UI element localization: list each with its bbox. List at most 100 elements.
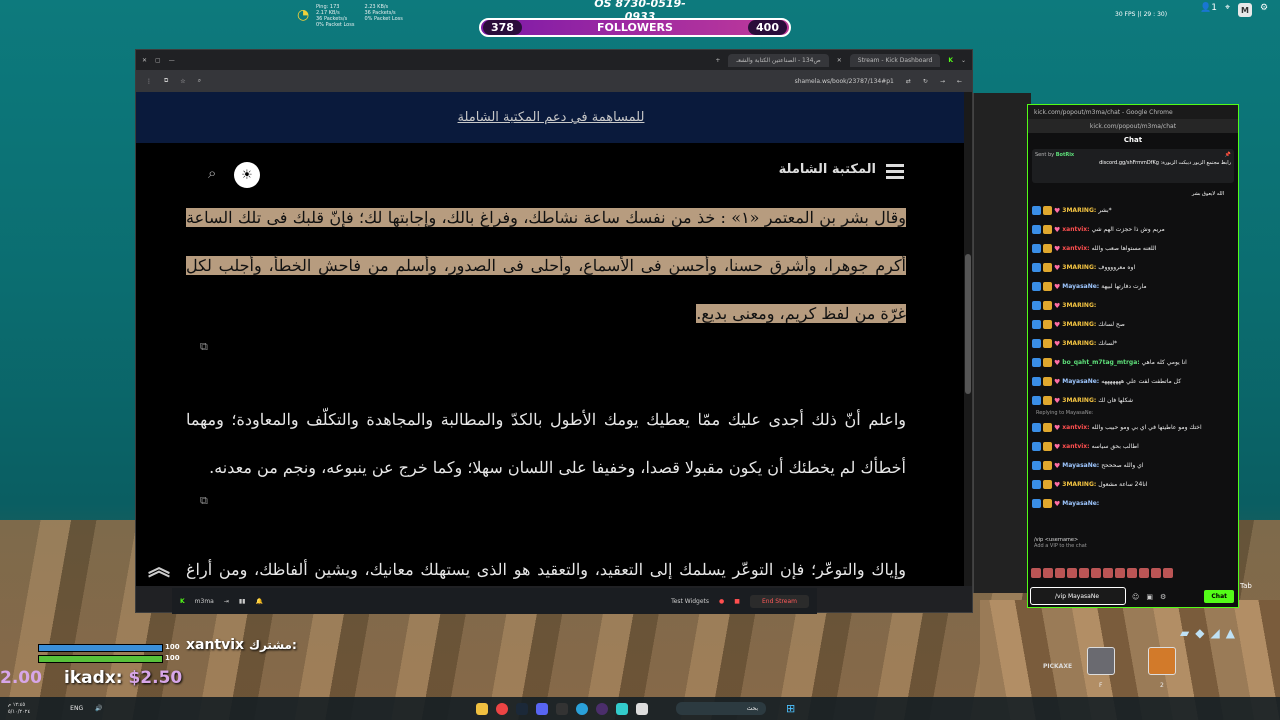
emote-bar[interactable] — [1031, 568, 1173, 578]
chat-username[interactable]: MayasaNe: — [1062, 462, 1099, 469]
chat-message[interactable]: ♥ 3MARING: انا24 ساعة مشعول — [1028, 475, 1238, 494]
heart-badge-icon: ♥ — [1054, 320, 1061, 329]
stop-icon[interactable]: ■ — [734, 598, 740, 605]
health-bars — [38, 644, 163, 666]
forward-icon[interactable]: → — [940, 78, 945, 85]
chat-message[interactable]: ♥ 3MARING: *لسانك — [1028, 334, 1238, 353]
chat-username[interactable]: 3MARING: — [1062, 340, 1096, 347]
hamburger-menu-icon[interactable] — [886, 164, 904, 182]
test-widgets-button[interactable]: Test Widgets — [671, 598, 709, 605]
files-app-icon[interactable] — [636, 702, 648, 715]
chat-message[interactable]: ♥ xantvix: اختك ومو عاطيتها في اي بي ومو ح… — [1028, 418, 1238, 437]
site-title[interactable]: المكتبة الشاملة — [779, 162, 876, 177]
stats-icon[interactable]: ▮▮ — [239, 598, 246, 605]
sub-badge-icon — [1032, 282, 1041, 291]
record-icon[interactable]: ● — [719, 598, 724, 605]
chat-message[interactable]: ♥ xantvix: اطالب بحق سياسه — [1028, 437, 1238, 456]
chat-url[interactable]: kick.com/popout/m3ma/chat — [1028, 119, 1238, 133]
chat-message[interactable]: ♥ MayasaNe: اي والله صحححح — [1028, 456, 1238, 475]
wall-icon[interactable]: ▰ — [1180, 626, 1189, 640]
steam-app-icon[interactable] — [516, 702, 528, 715]
settings-icon[interactable]: ⚙ — [1160, 593, 1166, 601]
chat-text: شكلها فان لك — [1098, 397, 1134, 404]
chat-username[interactable]: 3MARING: — [1062, 264, 1096, 271]
chat-message[interactable]: ♥ MayasaNe: كل ماتطفت لفت علي هههههههه — [1028, 372, 1238, 391]
chat-username[interactable]: MayasaNe: — [1062, 500, 1099, 507]
theme-toggle-icon[interactable]: ☀ — [234, 162, 260, 188]
tab-close-icon[interactable]: ✕ — [837, 57, 842, 64]
bell-icon[interactable]: 🔔 — [255, 598, 262, 605]
chat-message[interactable]: ♥ xantvix: اللعنه مستواها صعب والله — [1028, 239, 1238, 258]
new-tab-icon[interactable]: + — [715, 57, 720, 64]
crown-badge-icon — [1043, 320, 1052, 329]
taskbar-search[interactable]: بحث — [676, 702, 766, 715]
end-stream-button[interactable]: End Stream — [749, 594, 809, 608]
chat-username[interactable]: MayasaNe: — [1062, 283, 1099, 290]
chat-input[interactable]: /vip MayasaNe — [1030, 587, 1126, 605]
tab-kick-dashboard[interactable]: Stream - Kick Dashboard — [849, 53, 941, 67]
chat-send-button[interactable]: Chat — [1204, 590, 1234, 603]
pin-icon[interactable]: 📌 — [1225, 152, 1231, 158]
chat-username[interactable]: 3MARING: — [1062, 481, 1096, 488]
donate-link[interactable]: للمساهمة في دعم المكتبة الشاملة — [458, 110, 645, 125]
restore-icon[interactable]: ▢ — [155, 57, 161, 64]
copy-icon[interactable]: ⧉ — [200, 340, 208, 354]
chevron-down-icon[interactable]: ⌄ — [961, 57, 966, 64]
chat-message[interactable]: ♥ 3MARING: — [1028, 296, 1238, 315]
chat-message[interactable]: ♥ MayasaNe: مارت دفارتها لبيهة — [1028, 277, 1238, 296]
language-indicator[interactable]: ENG — [70, 705, 83, 712]
chat-message[interactable]: ♥ MayasaNe: — [1028, 494, 1238, 513]
start-icon[interactable]: ⊞ — [786, 702, 795, 715]
telegram-app-icon[interactable] — [576, 702, 588, 715]
location-icon: ⌖ — [1224, 3, 1231, 13]
close-window-icon[interactable]: ✕ — [142, 57, 147, 64]
minimize-icon[interactable]: — — [169, 57, 175, 64]
stair-icon[interactable]: ◢ — [1210, 626, 1219, 640]
tab-shamela[interactable]: ص134 - الصناعتين الكتابة والشعـ — [728, 53, 829, 67]
menu-dots-icon[interactable]: ⋮ — [146, 78, 152, 85]
page-scrollbar[interactable] — [964, 92, 972, 586]
chat-message[interactable]: ♥ 3MARING: اوه معرووووف — [1028, 258, 1238, 277]
chat-message[interactable]: ♥ bo_qaht_m7tag_mtrga: انا يومي كله ماهي — [1028, 353, 1238, 372]
reload-icon[interactable]: ↻ — [923, 78, 928, 85]
chat-username[interactable]: xantvix: — [1062, 443, 1089, 450]
weapon-slot[interactable] — [1148, 647, 1176, 675]
bookmark-icon[interactable]: ☆ — [180, 78, 185, 85]
chat-username[interactable]: 3MARING: — [1062, 397, 1096, 404]
emote-icon[interactable]: ☺ — [1132, 593, 1139, 601]
volume-icon[interactable]: 🔊 — [95, 705, 102, 712]
chat-username[interactable]: xantvix: — [1062, 245, 1089, 252]
chat-username[interactable]: 3MARING: — [1062, 207, 1096, 214]
chat-message[interactable]: ♥ 3MARING: شكلها فان لك — [1028, 391, 1238, 410]
chat-username[interactable]: xantvix: — [1062, 424, 1089, 431]
site-info-icon[interactable]: ⇄ — [906, 78, 911, 85]
taskbar-clock[interactable]: ١٢:٤٥ م ٥/١٠/٢٠٢٤ — [8, 702, 30, 716]
chat-username[interactable]: 3MARING: — [1062, 302, 1096, 309]
obs-app-icon[interactable] — [596, 702, 608, 715]
explorer-app-icon[interactable] — [476, 702, 488, 715]
collapse-icon[interactable]: ⇥ — [224, 598, 229, 605]
chat-message[interactable]: ♥ 3MARING: صح لسانك — [1028, 315, 1238, 334]
gift-icon[interactable]: ▣ — [1146, 593, 1153, 601]
epic-app-icon[interactable] — [556, 702, 568, 715]
chat-message[interactable]: ♥ xantvix: مريم وش ذا حجزت الهم شي — [1028, 220, 1238, 239]
chat-username[interactable]: 3MARING: — [1062, 321, 1096, 328]
site-search-icon[interactable]: ⌕ — [208, 164, 216, 182]
chat-username[interactable]: MayasaNe: — [1062, 378, 1099, 385]
url-field[interactable]: shamela.ws/book/23787/134#p1 — [795, 78, 894, 85]
copy-icon-2[interactable]: ⧉ — [200, 494, 208, 508]
pickaxe-slot[interactable] — [1087, 647, 1115, 675]
chat-username[interactable]: xantvix: — [1062, 226, 1089, 233]
chat-message[interactable]: ♥ 3MARING: *بشر — [1028, 201, 1238, 220]
back-icon[interactable]: ← — [957, 78, 962, 85]
scroll-top-icon[interactable]: ︽ — [148, 550, 170, 582]
floor-icon[interactable]: ◆ — [1195, 626, 1204, 640]
extension-icon[interactable]: ⧉ — [164, 77, 168, 85]
search-icon[interactable]: ⌕ — [198, 77, 201, 85]
discord-app-icon[interactable] — [536, 702, 548, 715]
chrome-app-icon[interactable] — [496, 702, 508, 715]
vip-command-hint[interactable]: /vip <username> Add a VIP to the chat — [1034, 537, 1087, 549]
roof-icon[interactable]: ▲ — [1226, 626, 1235, 640]
chat-username[interactable]: bo_qaht_m7tag_mtrga: — [1062, 359, 1139, 366]
app-icon[interactable] — [616, 702, 628, 715]
